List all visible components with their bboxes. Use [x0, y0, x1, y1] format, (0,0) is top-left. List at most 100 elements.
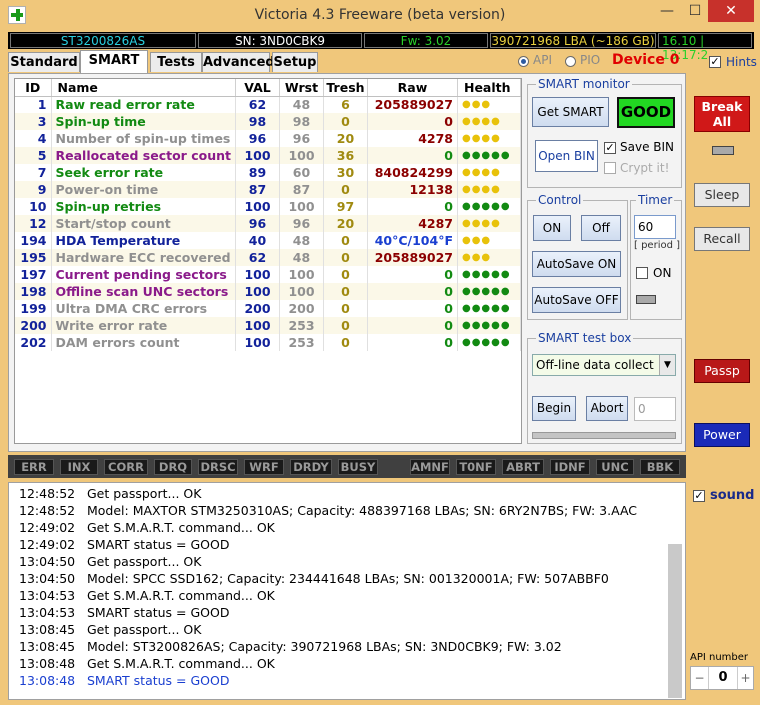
maximize-button[interactable]: ☐: [680, 0, 710, 22]
table-row[interactable]: 4 Number of spin-up times 96 96 20 4278 ●●●●: [15, 130, 521, 147]
log-line: 13:04:53 Get S.M.A.R.T. command... OK: [9, 587, 669, 604]
table-row[interactable]: 199 Ultra DMA CRC errors 200 200 0 0 ●●●●●: [15, 300, 521, 317]
crypt-checkbox[interactable]: [604, 162, 616, 174]
tab-standard[interactable]: Standard: [8, 52, 80, 72]
attr-health: ●●●●●: [457, 283, 521, 300]
attr-raw: 0: [367, 198, 458, 215]
attr-health: ●●●: [457, 96, 521, 113]
table-row[interactable]: 12 Start/stop count 96 96 20 4287 ●●●●: [15, 215, 521, 232]
window-title: Victoria 4.3 Freeware (beta version): [254, 7, 506, 23]
passport-button[interactable]: Passp: [694, 359, 750, 383]
api-label: API: [533, 53, 552, 67]
pio-label: PIO: [580, 53, 601, 67]
log-time: 12:49:02: [19, 537, 76, 552]
close-button[interactable]: ✕: [708, 0, 754, 22]
log-message: SMART status = GOOD: [87, 673, 230, 688]
timer-on-checkbox[interactable]: [636, 267, 648, 279]
log-message: Model: ST3200826AS; Capacity: 390721968 …: [87, 639, 562, 654]
attr-raw: 12138: [367, 181, 458, 198]
flag-wrf: WRF: [244, 459, 284, 475]
table-row[interactable]: 197 Current pending sectors 100 100 0 0 ●●●●●: [15, 266, 521, 283]
log-scrollbar[interactable]: [668, 544, 682, 698]
smart-attributes-table[interactable]: ID Name VAL Wrst Tresh Raw Health 1 Raw r…: [14, 78, 522, 444]
tab-tests[interactable]: Tests: [150, 52, 202, 72]
begin-test-button[interactable]: Begin: [532, 396, 576, 421]
attr-id: 198: [15, 283, 52, 300]
table-row[interactable]: 198 Offline scan UNC sectors 100 100 0 0 ●●●●●: [15, 283, 521, 300]
save-bin-checkbox[interactable]: ✓: [604, 142, 616, 154]
open-bin-button[interactable]: Open BIN: [535, 140, 598, 172]
test-progress-bar: [532, 432, 676, 439]
attr-wrst: 48: [279, 232, 324, 249]
smart-monitor-title: SMART monitor: [536, 77, 632, 91]
table-row[interactable]: 195 Hardware ECC recovered 62 48 0 205889027 ●…: [15, 249, 521, 266]
attr-val: 98: [235, 113, 280, 130]
table-row[interactable]: 10 Spin-up retries 100 100 97 0 ●●●●●: [15, 198, 521, 215]
activity-indicator: [712, 146, 734, 155]
tab-setup[interactable]: Setup: [272, 52, 318, 72]
attr-health: ●●●: [457, 232, 521, 249]
attr-wrst: 200: [279, 300, 324, 317]
log-message: Get passport... OK: [87, 554, 202, 569]
log-message: Get passport... OK: [87, 622, 202, 637]
attr-health: ●●●●●: [457, 300, 521, 317]
test-type-select[interactable]: Off-line data collect ▼: [532, 354, 676, 376]
attr-name: Spin-up retries: [51, 198, 236, 215]
get-smart-button[interactable]: Get SMART: [532, 97, 609, 127]
table-row[interactable]: 7 Seek error rate 89 60 30 840824299 ●●●●: [15, 164, 521, 181]
table-row[interactable]: 194 HDA Temperature 40 48 0 40°C/104°F ●●●: [15, 232, 521, 249]
autosave-on-button[interactable]: AutoSave ON: [532, 251, 621, 277]
log-line: 12:48:52 Model: MAXTOR STM3250310AS; Capa…: [9, 502, 669, 519]
flag-inx: INX: [60, 459, 98, 475]
api-plus-button[interactable]: +: [737, 667, 753, 689]
log-line: 13:08:45 Model: ST3200826AS; Capacity: 39…: [9, 638, 669, 655]
api-radio[interactable]: [518, 56, 529, 67]
attr-val: 100: [235, 334, 280, 351]
attr-name: Current pending sectors: [51, 266, 236, 283]
break-all-button[interactable]: Break All: [694, 96, 750, 132]
api-number-spinner[interactable]: − 0 +: [690, 666, 754, 690]
flag-busy: BUSY: [338, 459, 378, 475]
sleep-button[interactable]: Sleep: [694, 183, 750, 207]
chevron-down-icon[interactable]: ▼: [659, 355, 675, 375]
table-row[interactable]: 3 Spin-up time 98 98 0 0 ●●●●: [15, 113, 521, 130]
recall-button[interactable]: Recall: [694, 227, 750, 251]
attr-val: 62: [235, 249, 280, 266]
log-time: 13:04:53: [19, 588, 76, 603]
table-row[interactable]: 9 Power-on time 87 87 0 12138 ●●●●: [15, 181, 521, 198]
attr-id: 7: [15, 164, 52, 181]
power-button[interactable]: Power: [694, 423, 750, 447]
pio-radio[interactable]: [565, 56, 576, 67]
tab-advanced[interactable]: Advanced: [202, 52, 275, 72]
drive-model: ST3200826AS: [10, 33, 196, 48]
attr-raw: 0: [367, 283, 458, 300]
control-on-button[interactable]: ON: [533, 215, 571, 241]
hints-checkbox[interactable]: ✓: [709, 56, 721, 68]
col-id: ID: [15, 79, 52, 97]
control-off-button[interactable]: Off: [581, 215, 621, 241]
table-row[interactable]: 1 Raw read error rate 62 48 6 205889027 ●●●: [15, 96, 521, 113]
attr-id: 202: [15, 334, 52, 351]
test-type-value: Off-line data collect: [536, 358, 654, 372]
autosave-off-button[interactable]: AutoSave OFF: [532, 287, 621, 313]
minimize-button[interactable]: —: [652, 0, 682, 22]
timer-period-input[interactable]: 60: [634, 215, 676, 239]
event-log[interactable]: 12:48:52 Get passport... OK 12:48:52 Model:…: [8, 482, 686, 700]
api-minus-button[interactable]: −: [691, 667, 709, 689]
attr-name: Spin-up time: [51, 113, 236, 130]
attr-tresh: 30: [323, 164, 368, 181]
table-row[interactable]: 202 DAM errors count 100 253 0 0 ●●●●●: [15, 334, 521, 351]
attr-tresh: 20: [323, 215, 368, 232]
abort-test-button[interactable]: Abort: [586, 396, 628, 421]
attr-health: ●●●●: [457, 113, 521, 130]
device-label[interactable]: Device 0: [612, 52, 679, 68]
attr-raw: 4278: [367, 130, 458, 147]
attr-id: 200: [15, 317, 52, 334]
log-line: 13:08:48 SMART status = GOOD: [9, 672, 669, 689]
attr-name: Write error rate: [51, 317, 236, 334]
table-row[interactable]: 5 Reallocated sector count 100 100 36 0 ●●●●●: [15, 147, 521, 164]
attr-id: 3: [15, 113, 52, 130]
tab-smart[interactable]: SMART: [80, 50, 148, 73]
table-row[interactable]: 200 Write error rate 100 253 0 0 ●●●●●: [15, 317, 521, 334]
sound-checkbox[interactable]: ✓: [693, 490, 705, 502]
